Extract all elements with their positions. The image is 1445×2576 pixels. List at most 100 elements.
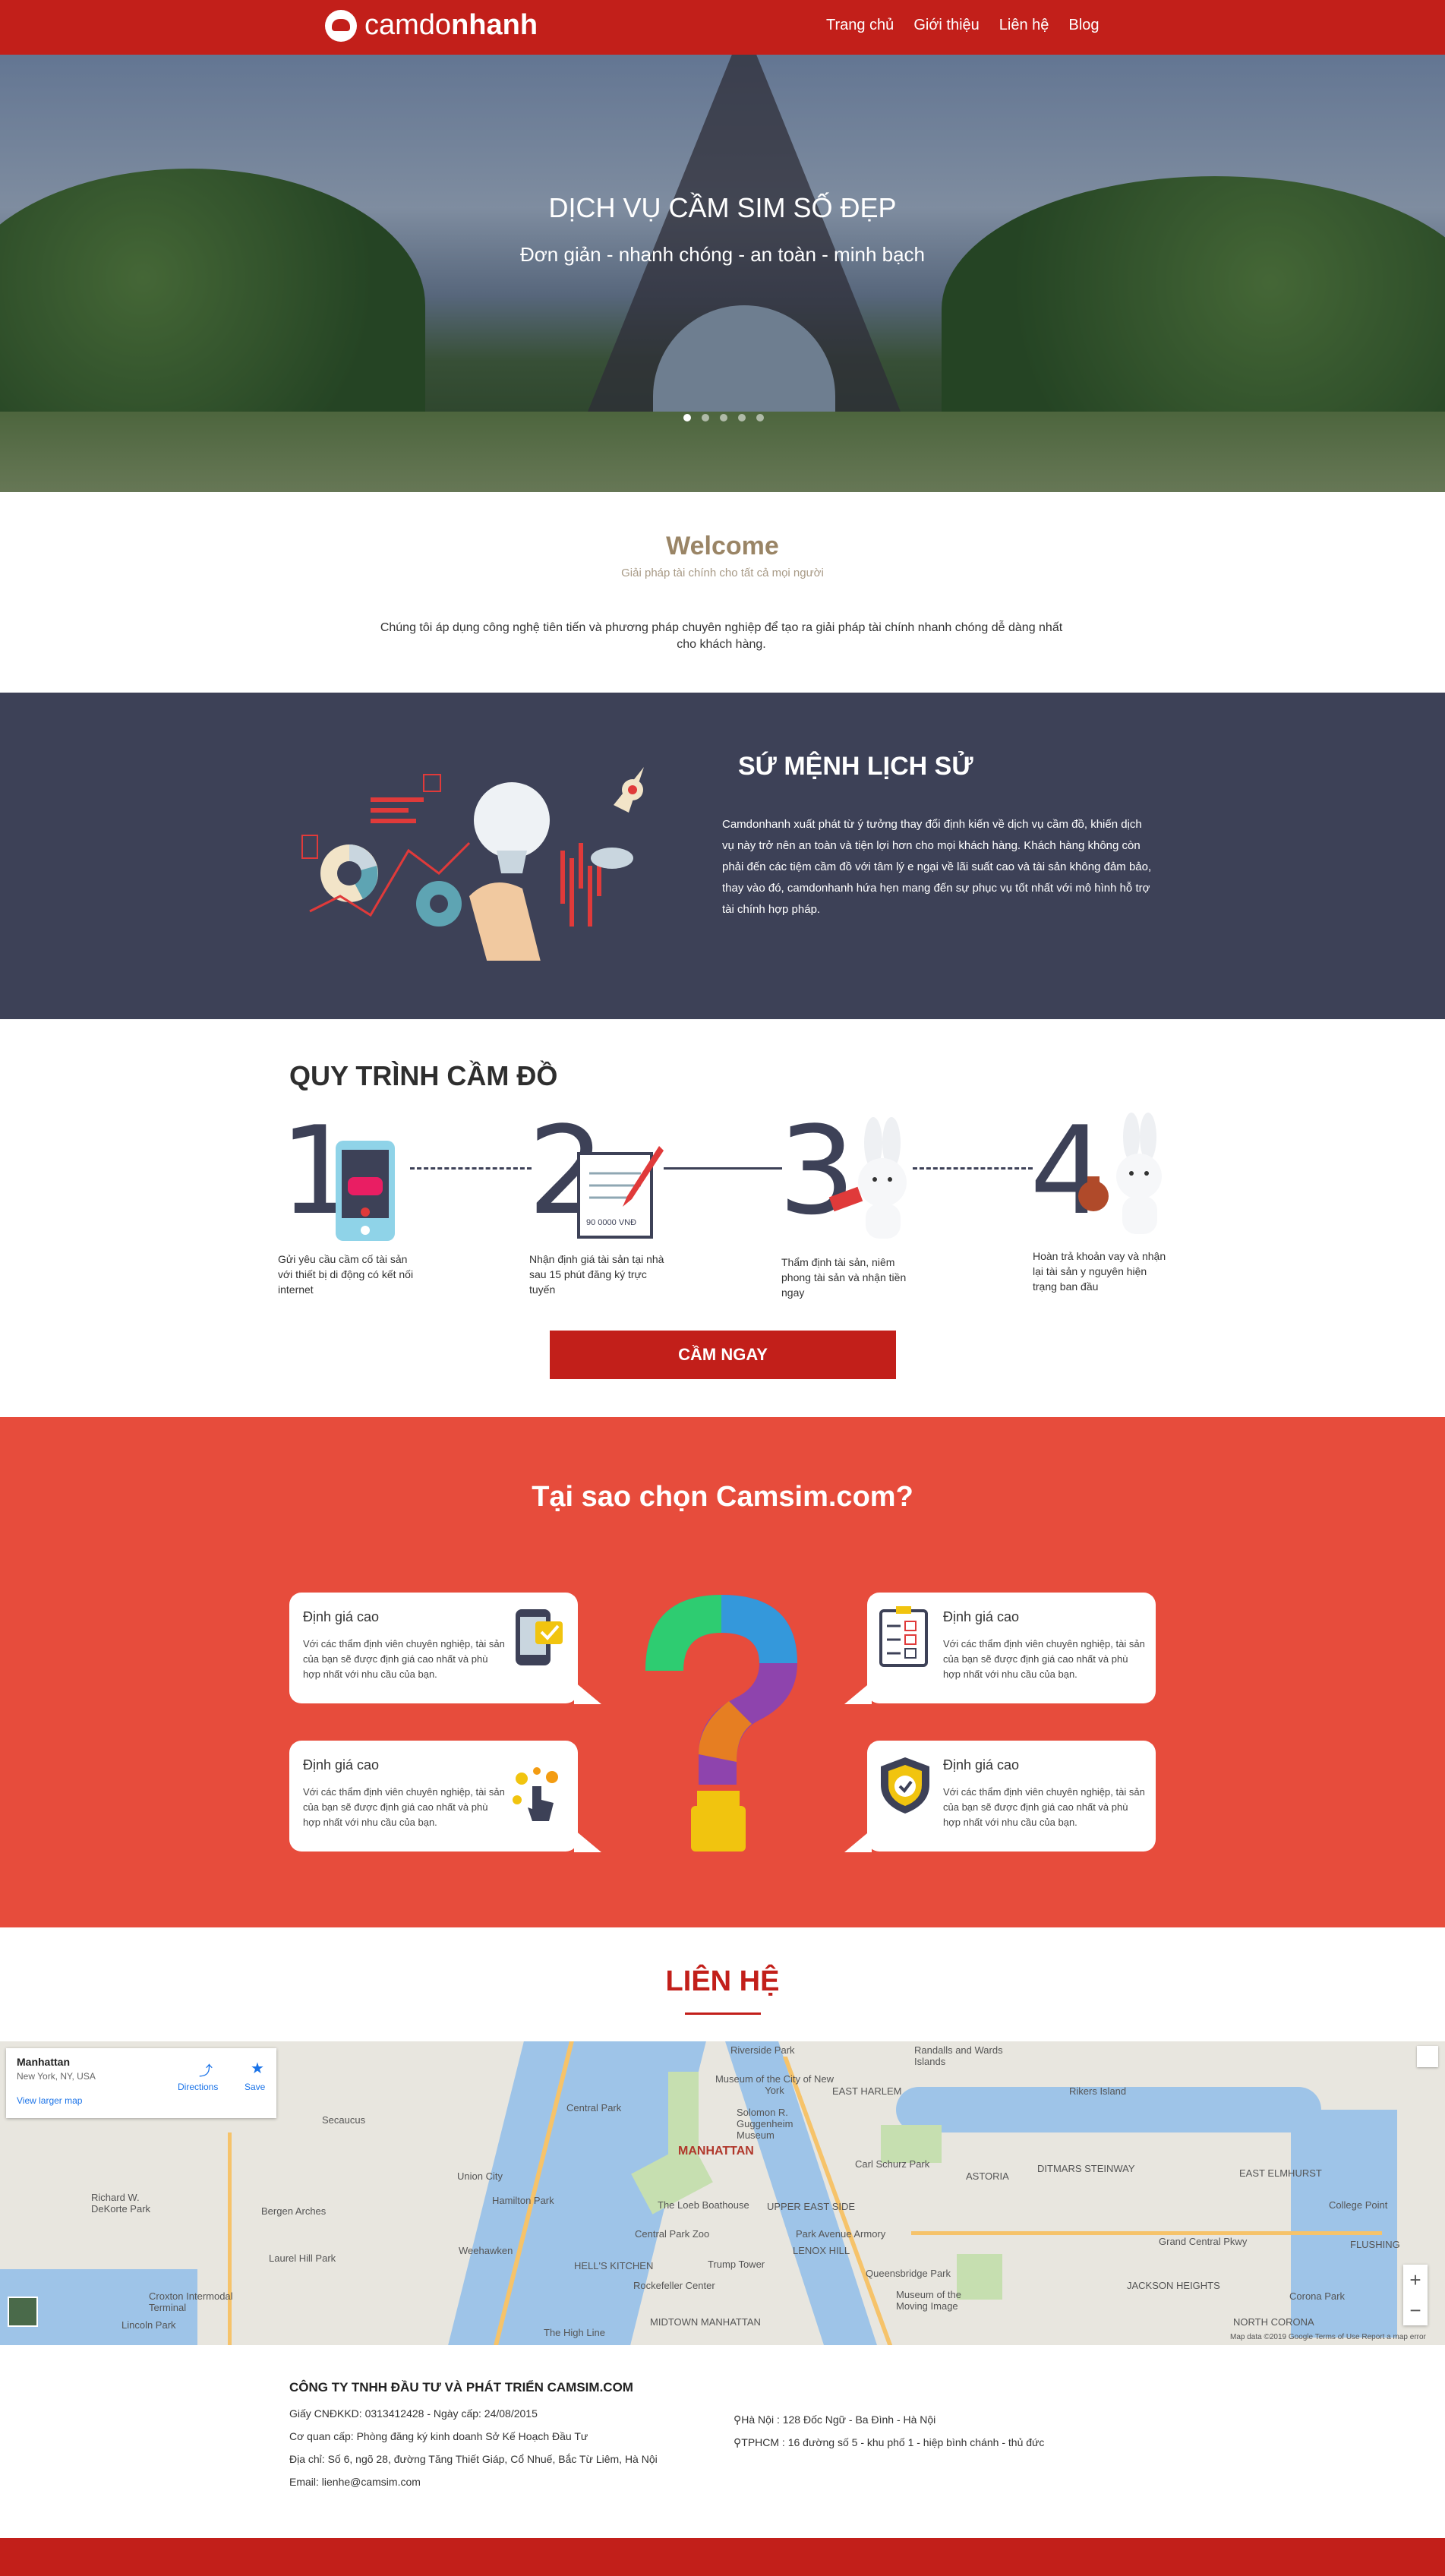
map-label: Union City: [457, 2170, 503, 2182]
map-label: ASTORIA: [966, 2170, 1009, 2182]
process-title: QUY TRÌNH CẦM ĐỒ: [289, 1060, 558, 1091]
map-pin-icon: ⚲: [734, 2436, 742, 2448]
slider-dot-1[interactable]: [683, 414, 691, 421]
map-label: EAST ELMHURST: [1239, 2167, 1322, 2179]
map-label: Park Avenue Armory: [796, 2228, 886, 2240]
map-label: Queensbridge Park: [866, 2268, 951, 2279]
map-label: Museum of the City of New York: [715, 2073, 835, 2096]
map-label: Carl Schurz Park: [855, 2158, 930, 2170]
logo-text-light: camdo: [364, 9, 452, 41]
footer-business-license: Giấy CNĐKKD: 0313412428 - Ngày cấp: 24/0…: [289, 2407, 538, 2420]
rabbit-cash-icon: [828, 1117, 907, 1239]
view-larger-map-link[interactable]: View larger map: [17, 2095, 82, 2106]
nav-about[interactable]: Giới thiệu: [913, 17, 979, 34]
footer-issuer: Cơ quan cấp: Phòng đăng ký kinh doanh Sở…: [289, 2430, 588, 2442]
satellite-toggle[interactable]: [8, 2297, 38, 2327]
star-icon[interactable]: ★: [251, 2059, 264, 2078]
map-label: MIDTOWN MANHATTAN: [650, 2316, 761, 2328]
welcome-title: Welcome: [666, 532, 779, 560]
map-label: Croxton Intermodal Terminal: [149, 2290, 233, 2313]
feature-card-title: Định giá cao: [943, 1609, 1020, 1624]
step-text: Hoàn trả khoản vay và nhận lại tài sản y…: [1033, 1250, 1166, 1293]
footer-address: Địa chỉ: Số 6, ngõ 28, đường Tăng Thiết …: [289, 2453, 658, 2465]
pawn-now-button[interactable]: CẦM NGAY: [550, 1331, 896, 1379]
footer-office-hanoi: ⚲Hà Nội : 128 Đốc Ngữ - Ba Đình - Hà Nội: [734, 2413, 936, 2426]
feature-card: Định giá cao Với các thẩm định viên chuy…: [867, 1593, 1156, 1703]
map-label: EAST HARLEM: [832, 2085, 902, 2097]
nav-home[interactable]: Trang chủ: [826, 17, 894, 34]
map-label: Hamilton Park: [492, 2195, 554, 2206]
slider-dot-3[interactable]: [720, 414, 727, 421]
zoom-out-button[interactable]: −: [1403, 2295, 1428, 2325]
contract-pen-icon: 90 0000 VNĐ: [577, 1146, 664, 1239]
map-label: Riverside Park: [730, 2044, 795, 2056]
map-label: Bergen Arches: [261, 2205, 327, 2217]
nav-contact[interactable]: Liên hệ: [999, 17, 1049, 34]
map-label: Weehawken: [459, 2245, 513, 2256]
feature-card-text: Với các thẩm định viên chuyên nghiệp, tà…: [943, 1638, 1145, 1680]
slider-dot-2[interactable]: [702, 414, 709, 421]
feature-card: Định giá cao Với các thẩm định viên chuy…: [289, 1593, 578, 1703]
map-label: LENOX HILL: [793, 2245, 850, 2256]
phone-icon: [336, 1141, 395, 1241]
map-label: Trump Tower: [708, 2259, 765, 2270]
contact-title: LIÊN HỆ: [665, 1965, 780, 1997]
directions-link[interactable]: Directions: [178, 2082, 218, 2092]
hero-title: DỊCH VỤ CẦM SIM SỐ ĐẸP: [548, 192, 897, 223]
welcome-text: Chúng tôi áp dụng công nghệ tiên tiến và…: [380, 621, 1063, 651]
mission-text: Camdonhanh xuất phát từ ý tưởng thay đổi…: [722, 818, 1152, 916]
map-attribution: Map data ©2019 Google Terms of Use Repor…: [1230, 2333, 1426, 2341]
logo-text-bold: nhanh: [451, 9, 538, 41]
map-label: Laurel Hill Park: [269, 2252, 336, 2264]
map-zoom-control: + −: [1403, 2265, 1428, 2325]
title-underline: [685, 2012, 761, 2015]
map-label: Solomon R. Guggenheim Museum: [737, 2107, 793, 2141]
directions-icon[interactable]: ⤴: [199, 2060, 213, 2080]
map-label: Rikers Island: [1069, 2085, 1127, 2097]
welcome-subtitle: Giải pháp tài chính cho tất cả mọi người: [621, 567, 824, 579]
map-label: Randalls and Wards Islands: [914, 2044, 1003, 2067]
footer-email: Email: lienhe@camsim.com: [289, 2476, 421, 2488]
feature-card: Định giá cao Với các thẩm định viên chuy…: [867, 1741, 1156, 1852]
map-label: College Point: [1329, 2199, 1388, 2211]
phone-check-icon: [516, 1609, 563, 1665]
map-place-name: Manhattan: [17, 2056, 70, 2068]
map-label: JACKSON HEIGHTS: [1127, 2280, 1220, 2291]
feature-card-title: Định giá cao: [303, 1609, 380, 1624]
feature-card-title: Định giá cao: [943, 1757, 1020, 1773]
map-label: Lincoln Park: [121, 2319, 176, 2331]
map-label: Rockefeller Center: [633, 2280, 715, 2291]
company-name: CÔNG TY TNHH ĐẦU TƯ VÀ PHÁT TRIỂN CAMSIM…: [289, 2380, 633, 2394]
mission-title: SỨ MỆNH LỊCH SỬ: [738, 752, 973, 781]
map-place-address: New York, NY, USA: [17, 2071, 96, 2082]
map-label: The Loeb Boathouse: [658, 2199, 749, 2211]
slider-dot-5[interactable]: [756, 414, 764, 421]
map-label: Secaucus: [322, 2114, 366, 2126]
street-view-icon[interactable]: [1417, 2046, 1438, 2067]
footer-office-hcm: ⚲TPHCM : 16 đường số 5 - khu phố 1 - hiệ…: [734, 2436, 1045, 2448]
map-place-card: Manhattan New York, NY, USA View larger …: [6, 2048, 276, 2118]
map-label: Museum of the Moving Image: [896, 2289, 961, 2312]
contract-amount: 90 0000 VNĐ: [586, 1218, 636, 1227]
step-text: Nhận định giá tài sản tại nhà sau 15 phú…: [529, 1253, 664, 1296]
why-title: Tại sao chọn Camsim.com?: [532, 1481, 913, 1513]
click-hand-icon: [513, 1767, 558, 1821]
map-label: UPPER EAST SIDE: [767, 2201, 856, 2212]
map-label: HELL'S KITCHEN: [574, 2260, 654, 2271]
map-label: MANHATTAN: [678, 2145, 754, 2158]
puzzle-question-mark-image: [645, 1595, 797, 1852]
shield-check-icon: [881, 1757, 929, 1814]
logo-icon: [325, 9, 357, 42]
feature-card: Định giá cao Với các thẩm định viên chuy…: [289, 1741, 578, 1852]
map-label: DITMARS STEINWAY: [1037, 2163, 1135, 2174]
map-label: FLUSHING: [1350, 2239, 1400, 2250]
slider-dot-4[interactable]: [738, 414, 746, 421]
feature-card-text: Với các thẩm định viên chuyên nghiệp, tà…: [303, 1638, 505, 1680]
nav-blog[interactable]: Blog: [1068, 17, 1099, 34]
save-link[interactable]: Save: [245, 2082, 265, 2092]
map-label: Central Park: [566, 2102, 622, 2114]
page: camdo nhanh Trang chủ Giới thiệu Liên hệ …: [0, 0, 1445, 2576]
lightbulb-illustration: [301, 767, 644, 983]
logo[interactable]: camdo nhanh: [325, 9, 538, 42]
zoom-in-button[interactable]: +: [1403, 2265, 1428, 2295]
